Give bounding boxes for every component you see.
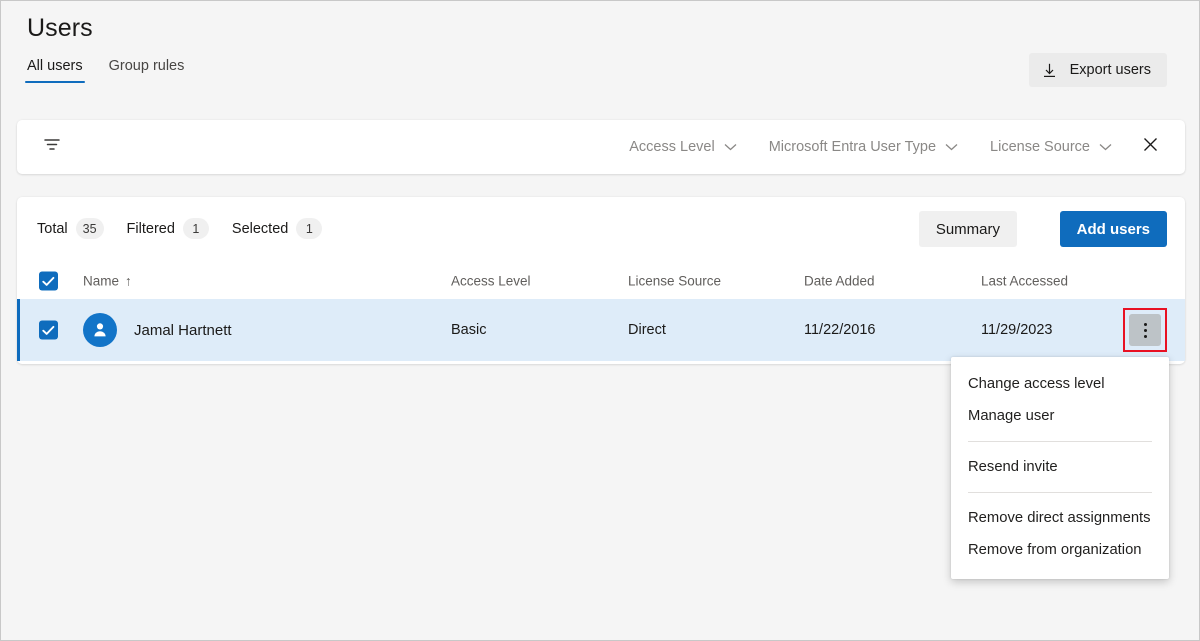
tab-group-rules-label: Group rules <box>109 58 185 74</box>
table-toolbar: Total 35 Filtered 1 Selected 1 Summary A… <box>17 197 1185 263</box>
table-header-row: Name ↑ Access Level License Source Date … <box>17 263 1185 299</box>
column-header-last-accessed[interactable]: Last Accessed <box>981 274 1068 289</box>
more-options-highlight <box>1123 308 1167 352</box>
stat-selected: Selected 1 <box>232 218 322 239</box>
stat-filtered-label: Filtered <box>127 221 175 237</box>
row-name-cell: Jamal Hartnett <box>83 313 232 347</box>
add-users-button[interactable]: Add users <box>1060 211 1167 247</box>
page-title: Users <box>27 14 93 43</box>
filter-bar: Access Level Microsoft Entra User Type L… <box>17 120 1185 174</box>
sort-ascending-icon: ↑ <box>125 274 132 289</box>
checkbox-checked-icon <box>39 272 58 291</box>
avatar <box>83 313 117 347</box>
stat-selected-count: 1 <box>296 218 322 239</box>
row-name-label[interactable]: Jamal Hartnett <box>134 322 232 339</box>
menu-item-remove-direct-assignments[interactable]: Remove direct assignments <box>951 502 1169 534</box>
checkbox-checked-icon <box>39 321 58 340</box>
filter-license-source-label: License Source <box>990 139 1090 155</box>
tab-all-users-label: All users <box>27 58 83 74</box>
menu-item-remove-from-organization[interactable]: Remove from organization <box>951 534 1169 566</box>
column-header-license-source[interactable]: License Source <box>628 274 721 289</box>
export-users-button[interactable]: Export users <box>1029 53 1167 87</box>
row-more-options-button[interactable] <box>1129 314 1161 346</box>
table-stats: Total 35 Filtered 1 Selected 1 <box>37 218 322 239</box>
menu-separator <box>968 492 1152 493</box>
tab-list: All users Group rules <box>25 58 186 83</box>
row-context-menu: Change access level Manage user Resend i… <box>951 357 1169 579</box>
users-page: Users All users Group rules Export users <box>0 0 1200 641</box>
more-vertical-icon-dot <box>1144 335 1147 338</box>
chevron-down-icon <box>945 139 958 155</box>
filter-entra-user-type-label: Microsoft Entra User Type <box>769 139 936 155</box>
stat-total-count: 35 <box>76 218 104 239</box>
users-table-card: Total 35 Filtered 1 Selected 1 Summary A… <box>17 197 1185 364</box>
stat-filtered: Filtered 1 <box>127 218 209 239</box>
stat-selected-label: Selected <box>232 221 288 237</box>
row-date-added: 11/22/2016 <box>804 322 876 338</box>
more-vertical-icon-dot <box>1144 323 1147 326</box>
download-icon <box>1041 62 1058 79</box>
column-header-name-label: Name <box>83 274 119 289</box>
column-header-access-level[interactable]: Access Level <box>451 274 531 289</box>
row-access-level: Basic <box>451 322 486 338</box>
menu-item-manage-user[interactable]: Manage user <box>951 400 1169 432</box>
menu-item-change-access-level[interactable]: Change access level <box>951 368 1169 400</box>
row-license-source: Direct <box>628 322 666 338</box>
filter-icon[interactable] <box>43 138 61 157</box>
stat-total: Total 35 <box>37 218 104 239</box>
menu-separator <box>968 441 1152 442</box>
menu-item-resend-invite[interactable]: Resend invite <box>951 451 1169 483</box>
chevron-down-icon <box>724 139 737 155</box>
row-last-accessed: 11/29/2023 <box>981 322 1053 338</box>
row-checkbox[interactable] <box>39 321 58 340</box>
stat-filtered-count: 1 <box>183 218 209 239</box>
filter-dropdowns: Access Level Microsoft Entra User Type L… <box>613 120 1185 174</box>
filter-entra-user-type[interactable]: Microsoft Entra User Type <box>753 139 974 155</box>
filter-access-level-label: Access Level <box>629 139 714 155</box>
tab-group-rules[interactable]: Group rules <box>107 58 187 83</box>
more-vertical-icon-dot <box>1144 329 1147 332</box>
filter-access-level[interactable]: Access Level <box>613 139 752 155</box>
clear-filters-button[interactable] <box>1128 136 1185 158</box>
column-header-name[interactable]: Name ↑ <box>83 274 132 289</box>
filter-license-source[interactable]: License Source <box>974 139 1128 155</box>
stat-total-label: Total <box>37 221 68 237</box>
table-row[interactable]: Jamal Hartnett Basic Direct 11/22/2016 1… <box>17 299 1185 361</box>
export-users-label: Export users <box>1070 62 1151 78</box>
chevron-down-icon <box>1099 139 1112 155</box>
select-all-checkbox[interactable] <box>39 272 58 291</box>
close-icon <box>1142 136 1159 158</box>
column-header-date-added[interactable]: Date Added <box>804 274 875 289</box>
summary-button[interactable]: Summary <box>919 211 1017 247</box>
tab-all-users[interactable]: All users <box>25 58 85 83</box>
